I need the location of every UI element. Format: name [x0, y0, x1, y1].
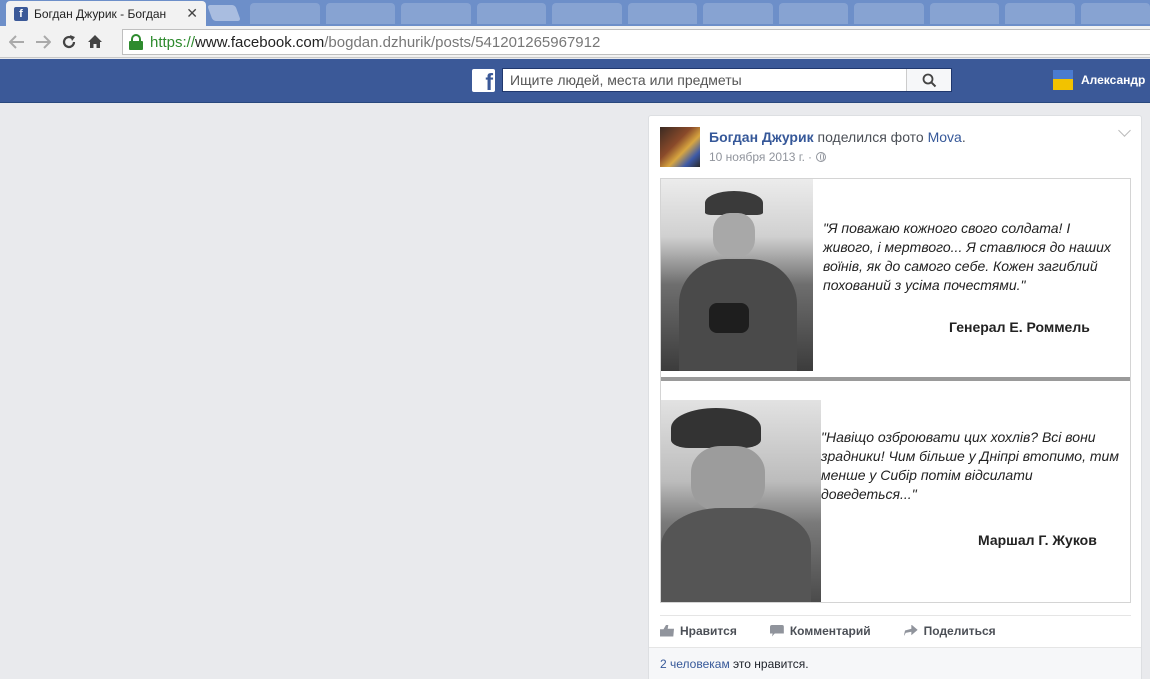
- background-tab[interactable]: [778, 3, 848, 24]
- search-box: [502, 68, 952, 92]
- quote-rommel: "Я поважаю кожного свого солдата! І живо…: [823, 220, 1111, 293]
- like-icon: [660, 624, 674, 637]
- photo-panel-rommel: "Я поважаю кожного свого солдата! І живо…: [661, 179, 1130, 377]
- post-action-text: поделился фото: [817, 129, 924, 145]
- facebook-logo-icon[interactable]: f: [472, 69, 495, 92]
- quote-zhukov: "Навіщо озброювати цих хохлів? Всі вони …: [821, 429, 1119, 502]
- photo-divider: [661, 377, 1130, 381]
- search-input[interactable]: [503, 69, 906, 91]
- search-button[interactable]: [906, 69, 951, 91]
- post-action-period: .: [961, 129, 966, 145]
- comment-button[interactable]: Комментарий: [769, 623, 871, 638]
- background-tab[interactable]: [854, 3, 924, 24]
- user-profile-link[interactable]: Александр: [1053, 70, 1145, 90]
- facebook-tab-icon: f: [14, 6, 28, 21]
- background-tab[interactable]: [401, 3, 471, 24]
- background-tab[interactable]: [552, 3, 622, 24]
- comment-label: Комментарий: [789, 623, 871, 638]
- portrait-zhukov: [661, 400, 821, 602]
- likes-summary: 2 человекам это нравится.: [649, 647, 1141, 679]
- page-link[interactable]: Mova: [928, 129, 962, 145]
- author-name-link[interactable]: Богдан Джурик: [709, 129, 814, 145]
- tab-title: Богдан Джурик - Богдан: [34, 6, 167, 21]
- post-card: Богдан Джурик поделился фото Mova. 10 но…: [648, 115, 1142, 679]
- portrait-rommel: [661, 179, 813, 371]
- comment-icon: [769, 624, 784, 637]
- share-icon: [903, 624, 918, 637]
- tab-close-icon[interactable]: ✕: [186, 5, 198, 22]
- background-tab[interactable]: [325, 3, 395, 24]
- author-avatar[interactable]: [660, 127, 700, 167]
- background-tab[interactable]: [1005, 3, 1075, 24]
- post-meta: 10 ноября 2013 г. ·: [709, 150, 826, 164]
- background-tab[interactable]: [703, 3, 773, 24]
- likes-count-link[interactable]: 2 человекам: [660, 657, 730, 671]
- reload-icon[interactable]: [56, 29, 82, 55]
- meta-separator: ·: [808, 150, 812, 164]
- share-button[interactable]: Поделиться: [903, 623, 996, 638]
- like-label: Нравится: [680, 623, 737, 638]
- background-tab[interactable]: [250, 3, 320, 24]
- lock-icon: [129, 34, 143, 50]
- back-icon[interactable]: [4, 29, 30, 55]
- search-icon: [922, 73, 936, 87]
- browser-tab[interactable]: f Богдан Джурик - Богдан ✕: [6, 1, 206, 26]
- photo-panel-zhukov: "Навіщо озброювати цих хохлів? Всі вони …: [661, 382, 1130, 602]
- chevron-down-icon[interactable]: [1118, 124, 1131, 137]
- post-header: Богдан Джурик поделился фото Mova.: [709, 129, 966, 145]
- signature-rommel: Генерал Е. Роммель: [949, 319, 1090, 335]
- browser-tab-strip: f Богдан Джурик - Богдан ✕: [0, 0, 1150, 26]
- post-date-link[interactable]: 10 ноября 2013 г.: [709, 150, 805, 164]
- avatar: [1053, 70, 1073, 90]
- address-bar[interactable]: https://www.facebook.com/bogdan.dzhurik/…: [122, 29, 1150, 55]
- post-photo[interactable]: "Я поважаю кожного свого солдата! І живо…: [660, 178, 1131, 603]
- new-tab-button[interactable]: [207, 5, 241, 21]
- user-name: Александр: [1081, 73, 1146, 87]
- background-tab[interactable]: [476, 3, 546, 24]
- browser-toolbar: https://www.facebook.com/bogdan.dzhurik/…: [0, 26, 1150, 58]
- forward-icon[interactable]: [30, 29, 56, 55]
- background-tabs: [250, 3, 1150, 24]
- signature-zhukov: Маршал Г. Жуков: [978, 532, 1097, 548]
- share-label: Поделиться: [923, 623, 996, 638]
- home-icon[interactable]: [82, 29, 108, 55]
- post-actions: Нравится Комментарий Поделиться: [660, 615, 1131, 645]
- url-text: https://www.facebook.com/bogdan.dzhurik/…: [150, 33, 601, 51]
- background-tab[interactable]: [627, 3, 697, 24]
- background-tab[interactable]: [1080, 3, 1150, 24]
- globe-icon[interactable]: [816, 152, 826, 162]
- likes-text: это нравится.: [733, 657, 809, 671]
- like-button[interactable]: Нравится: [660, 624, 737, 638]
- background-tab[interactable]: [929, 3, 999, 24]
- facebook-header: f Александр: [0, 59, 1150, 103]
